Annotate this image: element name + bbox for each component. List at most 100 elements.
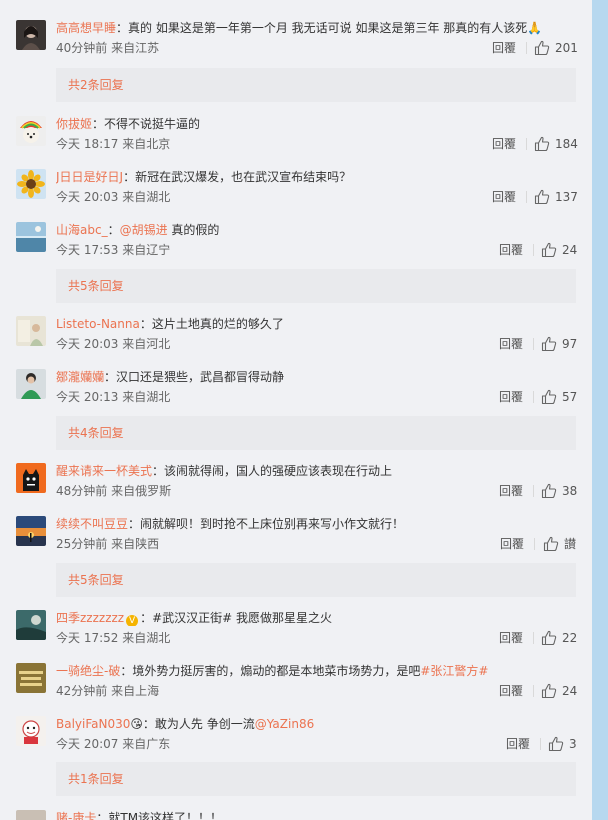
comment-line: 你拔姬：不得不说挺牛逼的 [56,116,576,132]
comment-text: 真的假的 [167,223,220,237]
thumbs-up-icon[interactable] [534,136,550,152]
more-replies-link[interactable]: 共2条回复 [56,68,576,102]
username-link[interactable]: 你拔姬 [56,117,92,131]
comment-meta: 48分钟前 来自俄罗斯 [56,483,576,499]
thumbs-up-icon[interactable] [543,536,559,552]
avatar[interactable] [16,610,46,640]
like-count: 24 [562,684,578,698]
comment-time: 25分钟前 [56,537,108,551]
avatar[interactable] [16,222,46,252]
scrollbar[interactable] [592,0,608,820]
avatar[interactable] [16,716,46,746]
thumbs-up-icon[interactable] [541,630,557,646]
divider [533,338,534,350]
comment-line: 一骑绝尘-破：境外势力挺厉害的，煽动的都是本地菜市场势力，是吧#张江警方# [56,663,576,679]
comment-time: 今天 17:52 [56,631,119,645]
thumbs-up-icon[interactable] [541,683,557,699]
thumbs-up-icon[interactable] [548,736,564,752]
reply-button[interactable]: 回覆 [499,483,523,499]
like-count: 137 [555,190,578,204]
comment-text: 该闹就得闹，国人的强硬应该表现在行动上 [164,464,393,478]
more-replies-link[interactable]: 共1条回复 [56,762,576,796]
username-link[interactable]: 山海abc_ [56,223,108,237]
reply-button[interactable]: 回覆 [499,336,523,352]
reply-button[interactable]: 回覆 [499,389,523,405]
thumbs-up-icon[interactable] [534,40,550,56]
hashtag-link[interactable]: #张江警方# [420,664,488,678]
separator: ： [128,517,141,531]
thumbs-up-icon[interactable] [541,483,557,499]
avatar[interactable] [16,316,46,346]
username-link[interactable]: 一骑绝尘-破 [56,664,120,678]
comment-location: 来自湖北 [122,390,171,404]
username-link[interactable]: 鄒瀧孏孏 [56,370,104,384]
username-link[interactable]: 赌-康卡 [56,811,96,820]
thumbs-up-icon[interactable] [541,336,557,352]
mention-link[interactable]: @YaZin86 [255,717,314,731]
comment-meta: 25分钟前 来自陕西 [56,536,576,552]
comment-text: 就TM该这样了！！！ [108,811,223,820]
comment-time: 今天 18:17 [56,137,119,151]
avatar[interactable] [16,169,46,199]
comment-time: 今天 20:13 [56,390,119,404]
divider [533,244,534,256]
avatar[interactable] [16,463,46,493]
comment-location: 来自上海 [111,684,160,698]
comment-line: 赌-康卡：就TM该这样了！！！ [56,810,576,820]
separator: ： [123,170,136,184]
comment-line: BalyiFaN030😘：敢为人先 争创一流@YaZin86 [56,716,576,732]
separator: ： [152,464,165,478]
username-link[interactable]: Listeto-Nanna [56,317,140,331]
comment-time: 今天 17:53 [56,243,119,257]
avatar[interactable] [16,516,46,546]
reply-button[interactable]: 回覆 [492,136,516,152]
avatar[interactable] [16,663,46,693]
thumbs-up-icon[interactable] [541,242,557,258]
reply-button[interactable]: 回覆 [499,242,523,258]
divider [533,485,534,497]
username-link[interactable]: 高高想早睡 [56,21,116,35]
like-count: 38 [562,484,578,498]
comment-meta: 42分钟前 来自上海 [56,683,576,699]
reply-button[interactable]: 回覆 [499,683,523,699]
divider [526,191,527,203]
thumbs-up-icon[interactable] [534,189,550,205]
reply-button[interactable]: 回覆 [492,40,516,56]
more-replies-link[interactable]: 共5条回复 [56,563,576,597]
comment-location: 来自湖北 [122,631,171,645]
comment-time: 48分钟前 [56,484,108,498]
comment-time: 今天 20:03 [56,337,119,351]
comment-line: 鄒瀧孏孏：汉口还是猥些，武昌都冒得动静 [56,369,576,385]
avatar[interactable] [16,116,46,146]
separator: ： [139,317,152,331]
more-replies-link[interactable]: 共4条回复 [56,416,576,450]
reply-button[interactable]: 回覆 [499,630,523,646]
comment-meta: 今天 17:53 来自辽宁 [56,242,576,258]
verified-badge-icon: V [126,615,139,626]
avatar[interactable] [16,810,46,820]
avatar[interactable] [16,369,46,399]
separator: ： [140,611,153,625]
reply-button[interactable]: 回覆 [500,536,524,552]
comment-meta: 今天 17:52 来自湖北 [56,630,576,646]
comment-text: 这片土地真的烂的够久了 [151,317,284,331]
username-link[interactable]: 四季zzzzzzz [56,611,124,625]
comment-text: 新冠在武汉爆发，也在武汉宣布结束吗？ [135,170,352,184]
reply-button[interactable]: 回覆 [492,189,516,205]
separator: ： [104,370,117,384]
username-link[interactable]: 续续不叫豆豆 [56,517,128,531]
like-count: 22 [562,631,578,645]
username-link[interactable]: 醒来请来一杯美式 [56,464,152,478]
username-link[interactable]: BalyiFaN030 [56,717,130,731]
avatar[interactable] [16,20,46,50]
like-count: 201 [555,41,578,55]
comment-location: 来自陕西 [111,537,160,551]
like-count: 24 [562,243,578,257]
mention-link[interactable]: @胡锡进 [120,223,168,237]
username-link[interactable]: J日日是好日J [56,170,123,184]
comment-meta: 今天 20:03 来自河北 [56,336,576,352]
divider [533,391,534,403]
more-replies-link[interactable]: 共5条回复 [56,269,576,303]
thumbs-up-icon[interactable] [541,389,557,405]
reply-button[interactable]: 回覆 [506,736,530,752]
